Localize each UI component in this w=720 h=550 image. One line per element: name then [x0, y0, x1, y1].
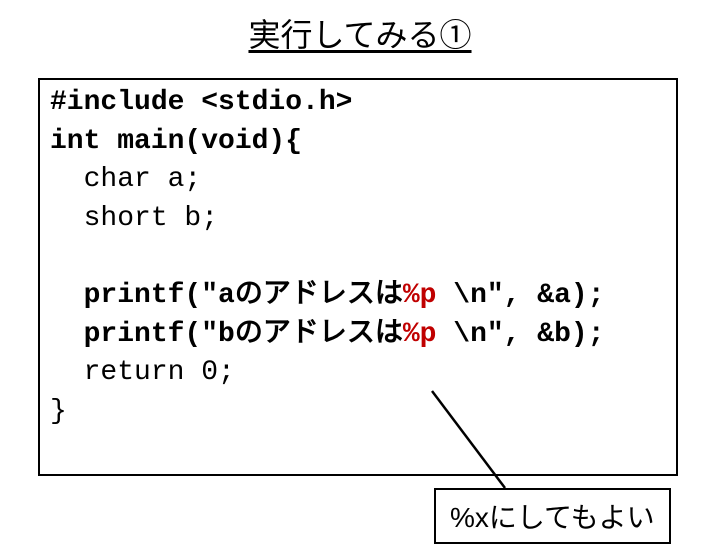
- include-keyword: #include: [50, 87, 184, 118]
- printf2-jp: のアドレスは: [235, 319, 403, 350]
- printf2-post: \n", &b);: [436, 319, 604, 350]
- close-brace: }: [50, 396, 67, 427]
- include-header: <stdio.h>: [184, 87, 352, 118]
- printf2-pre: printf("b: [50, 319, 235, 350]
- printf2-fmt: %p: [403, 319, 437, 350]
- decl-b: short b;: [50, 203, 218, 234]
- printf1-jp: のアドレスは: [235, 280, 403, 311]
- callout-box: %xにしてもよい: [434, 488, 671, 544]
- printf1-fmt: %p: [403, 280, 437, 311]
- return-stmt: return 0;: [50, 357, 235, 388]
- code-box: #include <stdio.h> int main(void){ char …: [38, 78, 678, 476]
- code-content: #include <stdio.h> int main(void){ char …: [50, 84, 605, 432]
- printf1-post: \n", &a);: [436, 280, 604, 311]
- decl-a: char a;: [50, 164, 201, 195]
- slide-title: 実行してみる①: [0, 10, 720, 56]
- printf1-pre: printf("a: [50, 280, 235, 311]
- main-signature: int main(void){: [50, 126, 302, 157]
